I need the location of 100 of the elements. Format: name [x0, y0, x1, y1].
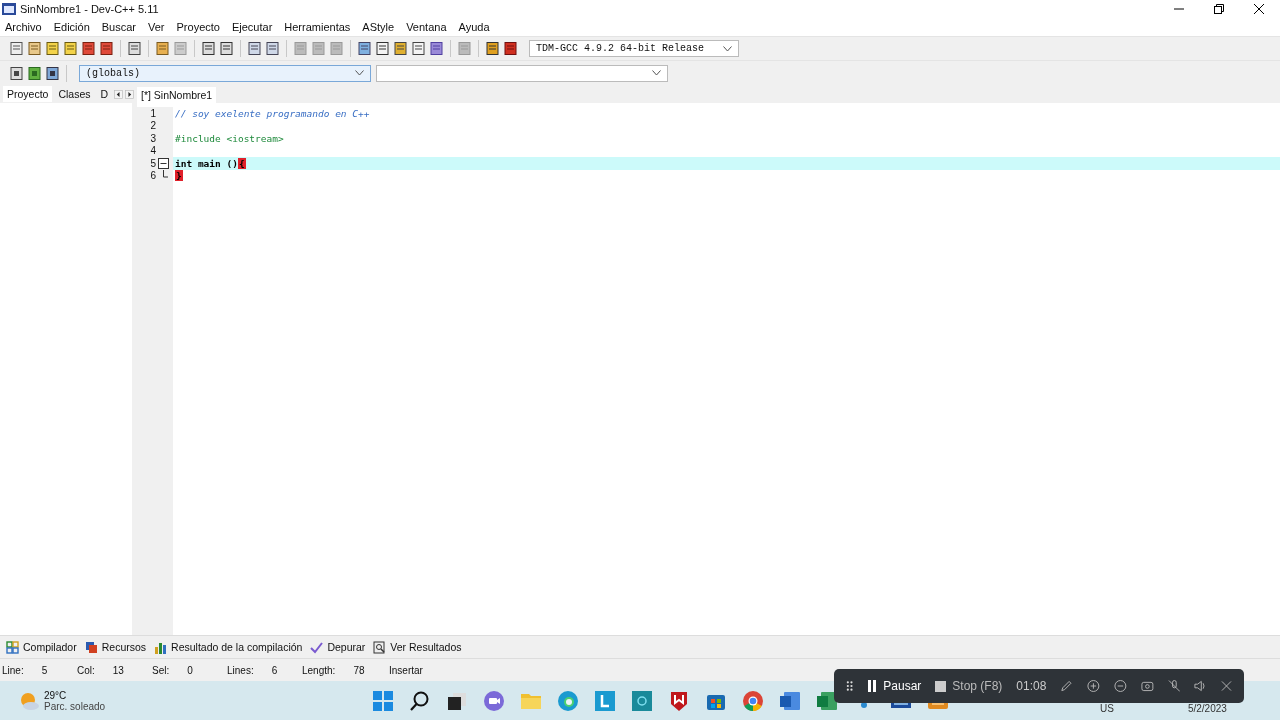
recording-time: 01:08 [1016, 679, 1047, 693]
start-icon[interactable] [372, 689, 394, 712]
status-label: Insertar [389, 664, 423, 676]
toolbar-icon[interactable] [265, 41, 280, 56]
line-number: 3 [150, 132, 156, 144]
toolbar-icon[interactable] [393, 41, 408, 56]
pause-button[interactable]: Pausar [867, 679, 922, 693]
word-icon[interactable] [779, 689, 801, 712]
browser-icon[interactable] [557, 689, 579, 712]
app-icon [2, 3, 16, 15]
resources-icon [84, 640, 98, 654]
restore-icon[interactable] [1214, 4, 1224, 14]
menu-item[interactable]: Ayuda [458, 21, 490, 33]
editor-tab[interactable]: [*] SinNombre1 [137, 87, 217, 103]
toolbar-icon[interactable] [9, 41, 24, 56]
toolbar-icon[interactable] [99, 41, 114, 56]
toolbar-icon[interactable] [503, 41, 518, 56]
toolbar-icon[interactable] [247, 41, 262, 56]
toolbar-icon[interactable] [27, 65, 42, 81]
toolbar-icon[interactable] [357, 41, 372, 56]
line-number: 6 [150, 170, 156, 182]
status-value: 0 [187, 664, 193, 676]
toolbar-icon[interactable] [375, 41, 390, 56]
webcam-icon[interactable] [1140, 679, 1154, 693]
menu-item[interactable]: Ventana [406, 21, 447, 33]
toolbar-icon[interactable] [127, 41, 142, 56]
pencil-icon[interactable] [1060, 679, 1074, 693]
toolbar-icon[interactable] [81, 41, 96, 56]
status-value: 78 [353, 664, 365, 676]
line-number: 1 [150, 107, 156, 119]
line-number: 4 [150, 145, 156, 157]
drag-handle-icon[interactable] [846, 680, 854, 692]
status-label: Sel: [152, 664, 170, 676]
speaker-icon[interactable] [1194, 679, 1208, 693]
shield-icon[interactable] [668, 689, 690, 712]
stop-button[interactable]: Stop (F8) [935, 679, 1003, 693]
code-text: #include <iostream> [175, 132, 284, 144]
compiler-dropdown[interactable]: TDM-GCC 4.9.2 64-bit Release [529, 40, 739, 57]
matched-bracket: { [237, 157, 246, 169]
toolbar-icon[interactable] [429, 41, 444, 56]
line-number: 5 [150, 157, 156, 169]
menu-item[interactable]: Ver [148, 21, 165, 33]
toolbar-icon[interactable] [45, 41, 60, 56]
pause-icon [867, 680, 878, 692]
status-label: Length: [302, 664, 336, 676]
menu-item[interactable]: Herramientas [284, 21, 351, 33]
find-icon [373, 640, 387, 654]
scroll-left-icon[interactable] [114, 87, 124, 101]
chevron-icon [723, 45, 732, 52]
toolbar-icon[interactable] [63, 41, 78, 56]
status-label: Col: [77, 664, 95, 676]
microphone-off-icon[interactable] [1167, 679, 1181, 693]
matched-bracket: } [175, 170, 183, 182]
scroll-right-icon[interactable] [125, 87, 134, 101]
menu-item[interactable]: Edición [53, 21, 90, 33]
close-icon[interactable] [1254, 4, 1264, 14]
fold-minus-icon[interactable] [158, 157, 169, 169]
bottom-tab[interactable]: Depurar [310, 640, 366, 654]
excel-icon[interactable] [816, 689, 838, 712]
temperature: 29°C [44, 689, 68, 701]
line-number: 2 [150, 120, 156, 132]
toolbar-icon[interactable] [485, 41, 500, 56]
status-label: Lines: [227, 664, 254, 676]
toolbar-icon[interactable] [9, 65, 24, 81]
menu-item[interactable]: Ejecutar [231, 21, 273, 33]
bottom-tab[interactable]: Ver Resultados [373, 640, 462, 654]
toolbar-icon[interactable] [155, 41, 170, 56]
menu-item[interactable]: Archivo [5, 21, 42, 33]
panel-tab[interactable]: Proyecto [3, 86, 53, 102]
chevron-icon [652, 70, 661, 76]
toolbar-icon[interactable] [219, 41, 234, 56]
toolbar-icon[interactable] [411, 41, 426, 56]
app-icon[interactable] [631, 689, 653, 712]
bar-chart-icon [154, 640, 168, 654]
weather-condition: Parc. soleado [44, 700, 106, 712]
menu-item[interactable]: Proyecto [176, 21, 220, 33]
panel-tab[interactable]: D [96, 86, 113, 102]
menu-item[interactable]: AStyle [362, 21, 395, 33]
toolbar-icon[interactable] [201, 41, 216, 56]
bottom-tab[interactable]: Resultado de la compilación [154, 640, 303, 654]
chat-icon[interactable] [483, 689, 505, 712]
panel-tab[interactable]: Clases [54, 86, 95, 102]
chrome-icon[interactable] [742, 689, 764, 712]
zoom-in-icon[interactable] [1087, 679, 1100, 693]
grid-icon [6, 640, 19, 654]
code-text: // soy exelente programando en C++ [175, 107, 370, 119]
stop-icon [935, 680, 947, 692]
status-value: 13 [112, 664, 124, 676]
toolbar-icon[interactable] [45, 65, 60, 81]
app-icon[interactable] [594, 689, 616, 712]
menu-item[interactable]: Buscar [101, 21, 136, 33]
scope-dropdown[interactable]: (globals) [79, 64, 371, 82]
bottom-tab[interactable]: Compilador [6, 640, 77, 654]
zoom-out-icon[interactable] [1113, 679, 1127, 693]
keyboard-language[interactable]: US [1100, 703, 1114, 714]
bottom-tab[interactable]: Recursos [84, 640, 147, 654]
window-title: SinNombre1 - Dev-C++ 5.11 [20, 3, 159, 15]
search-icon[interactable] [409, 689, 431, 712]
clock-date[interactable]: 5/2/2023 [1187, 703, 1227, 714]
toolbar-icon[interactable] [27, 41, 42, 56]
